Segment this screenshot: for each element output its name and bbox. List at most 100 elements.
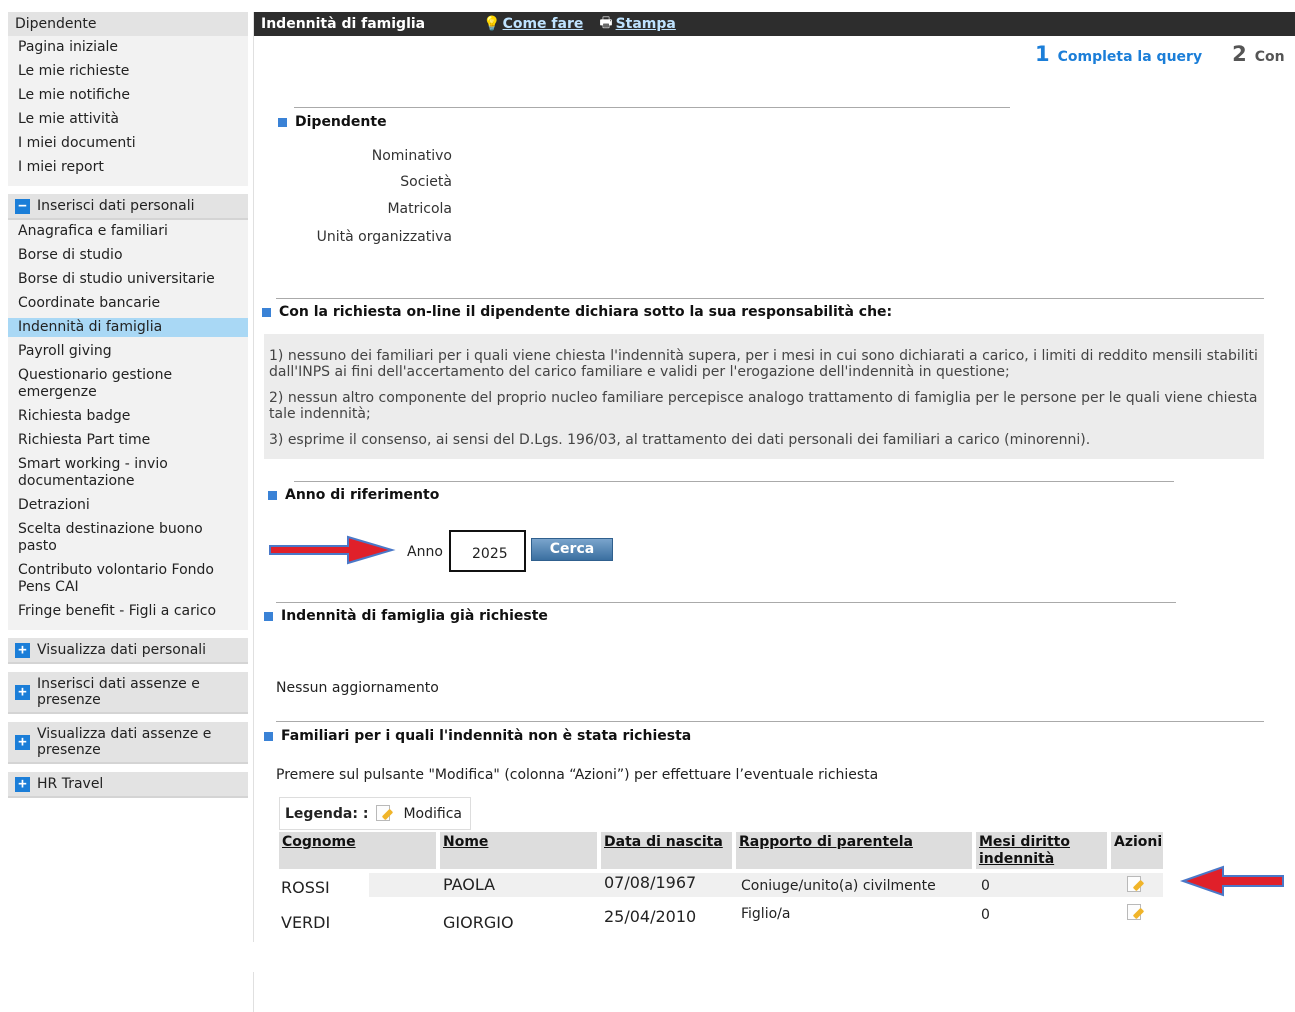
cell-data-nascita: 25/04/2010	[604, 907, 697, 926]
sidebar-section-visualizza-dati-personali[interactable]: + Visualizza dati personali	[8, 638, 248, 664]
cell-rapporto: Figlio/a	[741, 906, 791, 922]
empty-message: Nessun aggiornamento	[276, 680, 439, 696]
declaration-point: 3) esprime il consenso, ai sensi del D.L…	[269, 432, 1091, 448]
sidebar-section-label: Inserisci dati personali	[37, 198, 195, 214]
lightbulb-icon: 💡	[483, 16, 501, 32]
step-2-label[interactable]: Con	[1255, 49, 1285, 65]
sidebar-item-anagrafica[interactable]: Anagrafica e familiari	[8, 222, 248, 241]
expand-plus-icon: +	[15, 684, 30, 700]
column-header-azioni: Azioni	[1111, 832, 1163, 869]
expand-plus-icon: +	[15, 734, 30, 750]
section-bullet-icon	[264, 611, 273, 621]
sidebar-section-visualizza-assenze[interactable]: + Visualizza dati assenze e presenze	[8, 722, 248, 764]
section-bullet-icon	[268, 490, 277, 500]
label-nominativo: Nominativo	[371, 148, 452, 164]
sidebar-item-mie-richieste[interactable]: Le mie richieste	[8, 62, 248, 81]
main-content: Indennità di famiglia 💡 Come fare 🖶 Stam…	[253, 12, 1295, 942]
section-title: Con la richiesta on-line il dipendente d…	[279, 304, 893, 320]
sidebar-item-part-time[interactable]: Richiesta Part time	[8, 431, 248, 450]
section-non-richieste: Familiari per i quali l'indennità non è …	[264, 728, 691, 744]
anno-label: Anno	[407, 544, 443, 560]
step-1-label[interactable]: Completa la query	[1058, 49, 1202, 65]
section-bullet-icon	[264, 731, 273, 741]
divider	[276, 298, 1264, 299]
step-1-number: 1	[1035, 42, 1050, 66]
section-bullet-icon	[262, 307, 271, 317]
label-matricola: Matricola	[387, 201, 452, 217]
divider	[253, 972, 254, 1012]
cell-cognome: VERDI	[281, 913, 331, 932]
edit-pencil-icon[interactable]	[1127, 876, 1145, 894]
wizard-steps: 1 Completa la query 2 Con	[1035, 42, 1295, 66]
section-gia-richieste: Indennità di famiglia già richieste	[264, 608, 548, 624]
label-societa: Società	[400, 174, 452, 190]
section-title: Dipendente	[295, 114, 387, 130]
section-title: Anno di riferimento	[285, 487, 440, 503]
sidebar-item-miei-report[interactable]: I miei report	[8, 158, 248, 177]
section-title: Familiari per i quali l'indennità non è …	[281, 728, 692, 744]
column-header-cognome[interactable]: Cognome	[279, 832, 436, 869]
sidebar-item-mie-attivita[interactable]: Le mie attività	[8, 110, 248, 129]
expand-plus-icon: +	[15, 642, 30, 658]
cerca-button[interactable]: Cerca	[531, 538, 613, 561]
declaration-point: 2) nessun altro componente del proprio n…	[269, 390, 1258, 422]
edit-pencil-icon[interactable]	[1127, 904, 1145, 922]
section-dipendente: Dipendente	[278, 114, 387, 130]
hint-text: Premere sul pulsante "Modifica" (colonna…	[276, 767, 879, 783]
sidebar-item-borse-universitarie[interactable]: Borse di studio universitarie	[8, 270, 248, 289]
label-unita-organizzativa: Unità organizzativa	[316, 229, 452, 245]
come-fare-link[interactable]: Come fare	[503, 16, 584, 32]
legend-label: Legenda: :	[285, 805, 369, 822]
sidebar-item-indennita-famiglia[interactable]: Indennità di famiglia	[8, 318, 248, 337]
sidebar-header: Dipendente	[8, 12, 248, 36]
divider	[294, 481, 1174, 482]
sidebar-item-miei-documenti[interactable]: I miei documenti	[8, 134, 248, 153]
divider	[276, 602, 1176, 603]
sidebar-item-smart-working[interactable]: Smart working - invio documentazione	[8, 455, 248, 491]
sidebar-item-pagina-iniziale[interactable]: Pagina iniziale	[8, 38, 248, 57]
section-title: Indennità di famiglia già richieste	[281, 608, 548, 624]
legend: Legenda: : Modifica	[279, 797, 471, 830]
step-2-number: 2	[1232, 42, 1247, 66]
sidebar-item-mie-notifiche[interactable]: Le mie notifiche	[8, 86, 248, 105]
sidebar-section-label: Inserisci dati assenze e presenze	[37, 676, 200, 708]
sidebar-section-inserisci-assenze[interactable]: + Inserisci dati assenze e presenze	[8, 672, 248, 714]
sidebar-item-richiesta-badge[interactable]: Richiesta badge	[8, 407, 248, 426]
declaration-box: 1) nessuno dei familiari per i quali vie…	[264, 334, 1264, 459]
column-header-rapporto-parentela[interactable]: Rapporto di parentela	[736, 832, 972, 869]
title-bar: Indennità di famiglia 💡 Come fare 🖶 Stam…	[254, 12, 1295, 36]
sidebar: Dipendente Pagina iniziale Le mie richie…	[8, 12, 248, 798]
section-dichiarazione: Con la richiesta on-line il dipendente d…	[262, 304, 892, 320]
sidebar-item-fringe-benefit[interactable]: Fringe benefit - Figli a carico	[8, 602, 248, 621]
sidebar-item-borse-studio[interactable]: Borse di studio	[8, 246, 248, 265]
cell-mesi: 0	[981, 878, 990, 894]
stampa-link[interactable]: Stampa	[616, 16, 676, 32]
sidebar-item-buono-pasto[interactable]: Scelta destinazione buono pasto	[8, 520, 248, 556]
sidebar-item-fondo-pens[interactable]: Contributo volontario Fondo Pens CAI	[8, 561, 248, 597]
column-header-mesi-diritto[interactable]: Mesi diritto indennità	[976, 832, 1107, 869]
expand-plus-icon: +	[15, 776, 30, 792]
sidebar-item-coordinate-bancarie[interactable]: Coordinate bancarie	[8, 294, 248, 313]
edit-pencil-icon	[376, 804, 394, 823]
section-bullet-icon	[278, 117, 287, 127]
sidebar-item-detrazioni[interactable]: Detrazioni	[8, 496, 248, 515]
sidebar-item-payroll-giving[interactable]: Payroll giving	[8, 342, 248, 361]
sidebar-home-list: Pagina iniziale Le mie richieste Le mie …	[8, 36, 248, 186]
cell-nome: PAOLA	[443, 875, 496, 894]
cell-rapporto: Coniuge/unito(a) civilmente	[741, 878, 936, 894]
sidebar-section-label: HR Travel	[37, 776, 104, 792]
anno-input[interactable]: 2025	[449, 530, 526, 572]
column-header-nome[interactable]: Nome	[440, 832, 597, 869]
collapse-minus-icon: −	[15, 198, 30, 214]
divider	[276, 721, 1264, 722]
sidebar-item-questionario[interactable]: Questionario gestione emergenze	[8, 366, 248, 402]
declaration-point: 1) nessuno dei familiari per i quali vie…	[269, 348, 1258, 380]
sidebar-section-hr-travel[interactable]: + HR Travel	[8, 772, 248, 798]
cell-cognome: ROSSI	[281, 878, 330, 897]
sidebar-section-inserisci-dati-personali[interactable]: − Inserisci dati personali	[8, 194, 248, 220]
column-header-data-nascita[interactable]: Data di nascita	[601, 832, 732, 869]
cell-mesi: 0	[981, 907, 990, 923]
red-arrow-right-icon	[269, 535, 396, 565]
page-title: Indennità di famiglia	[261, 16, 426, 32]
sidebar-section-label: Visualizza dati assenze e presenze	[37, 726, 212, 758]
